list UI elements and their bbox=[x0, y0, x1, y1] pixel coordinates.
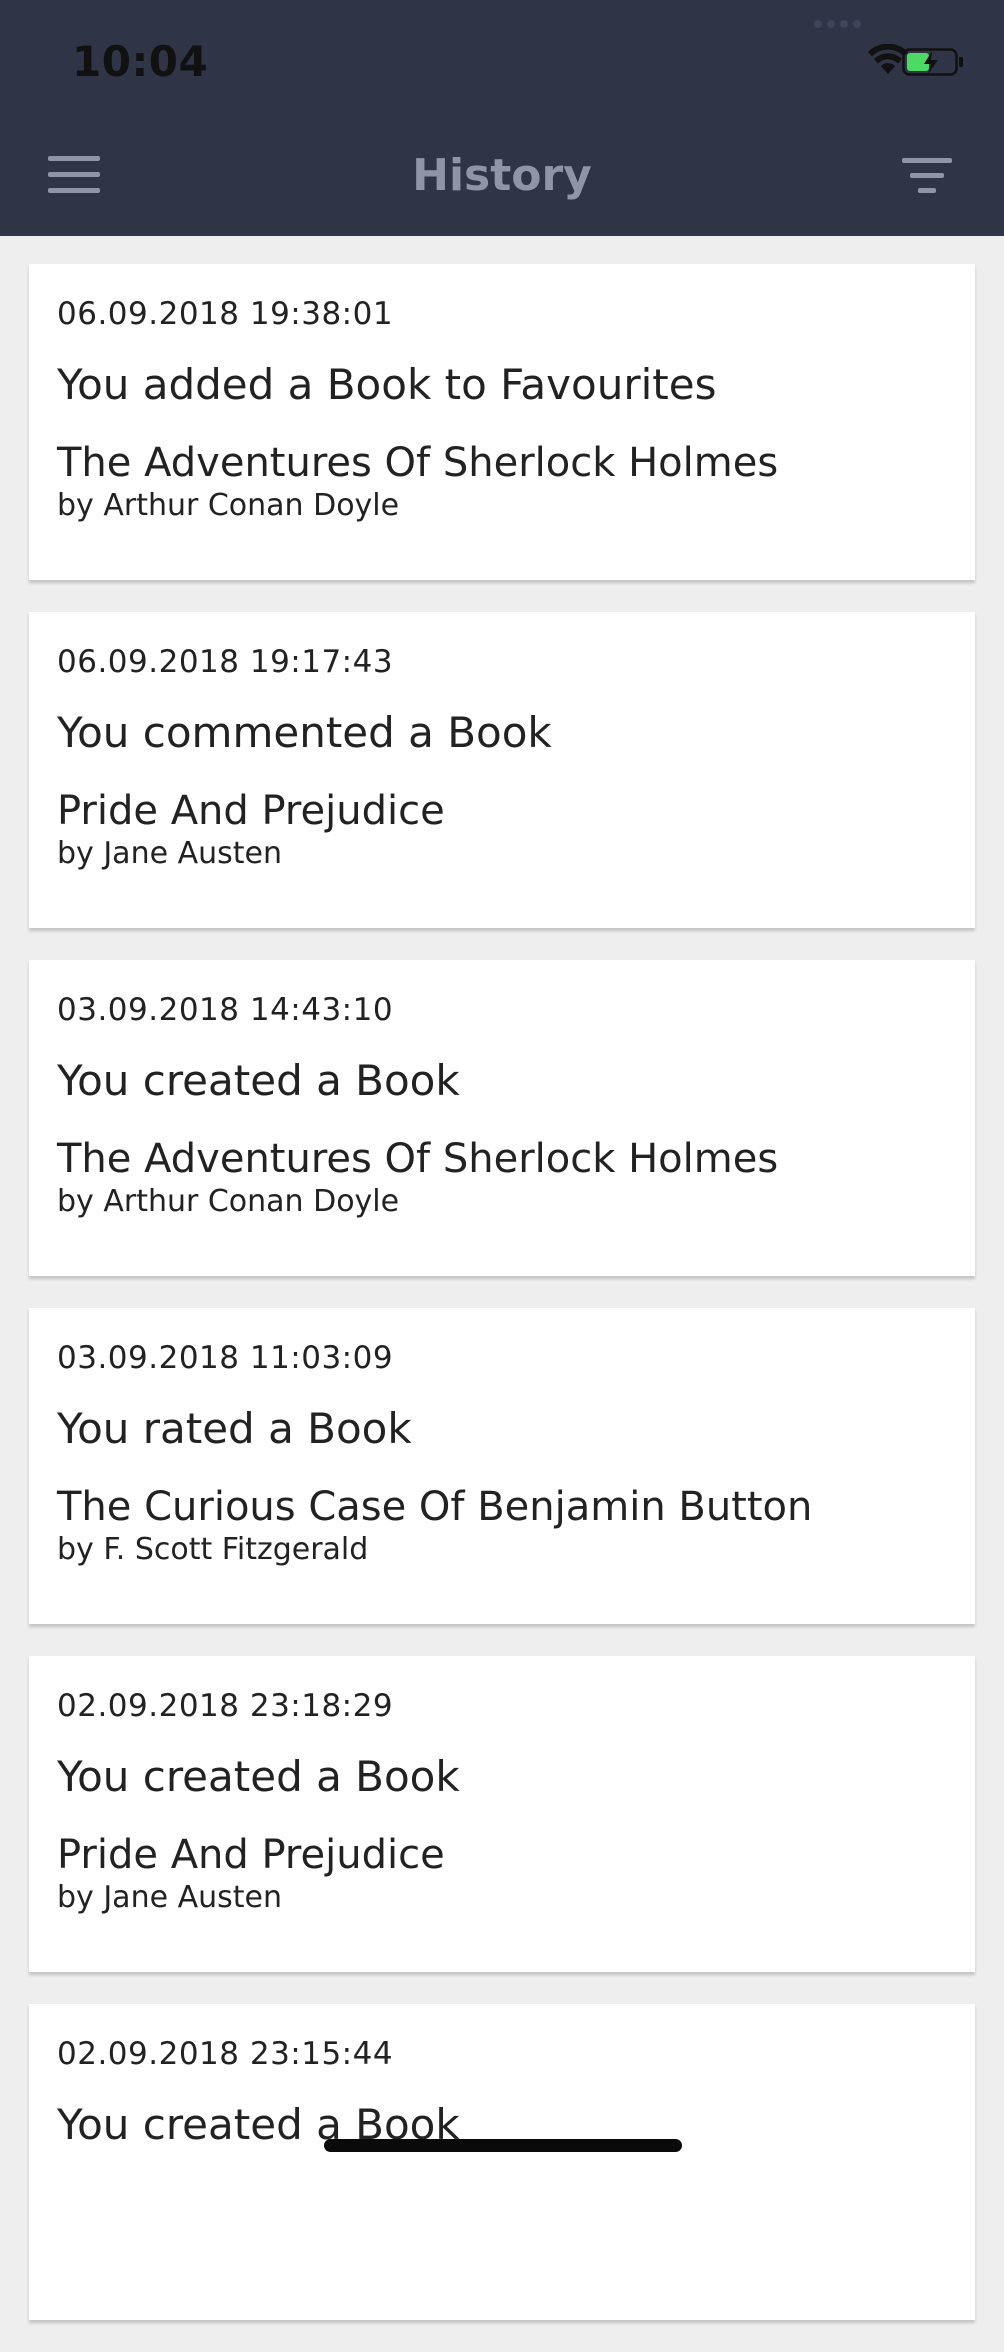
history-card[interactable]: 06.09.2018 19:17:43 You commented a Book… bbox=[29, 612, 975, 928]
history-date: 06.09.2018 19:17:43 bbox=[57, 644, 394, 680]
battery-charging-icon bbox=[902, 48, 963, 76]
history-action: You rated a Book bbox=[57, 1404, 412, 1453]
history-date: 02.09.2018 23:15:44 bbox=[57, 2036, 394, 2072]
history-date: 06.09.2018 19:38:01 bbox=[57, 296, 394, 332]
history-list: 06.09.2018 19:38:01 You added a Book to … bbox=[29, 264, 975, 2352]
book-title: Pride And Prejudice bbox=[57, 788, 445, 834]
app-header: 10:04 History bbox=[0, 0, 1004, 236]
history-card[interactable]: 06.09.2018 19:38:01 You added a Book to … bbox=[29, 264, 975, 580]
page-title: History bbox=[412, 150, 592, 201]
book-author: by Arthur Conan Doyle bbox=[57, 1184, 400, 1219]
home-indicator bbox=[324, 2139, 682, 2152]
history-action: You created a Book bbox=[57, 1056, 460, 1105]
book-title: The Adventures Of Sherlock Holmes bbox=[57, 1136, 779, 1182]
history-card[interactable]: 02.09.2018 23:15:44 You created a Book bbox=[29, 2004, 975, 2320]
history-action: You added a Book to Favourites bbox=[57, 360, 717, 409]
book-title: The Curious Case Of Benjamin Button bbox=[57, 1484, 813, 1530]
history-card[interactable]: 03.09.2018 14:43:10 You created a Book T… bbox=[29, 960, 975, 1276]
history-date: 03.09.2018 11:03:09 bbox=[57, 1340, 394, 1376]
book-title: The Adventures Of Sherlock Holmes bbox=[57, 440, 779, 486]
history-action: You created a Book bbox=[57, 1752, 460, 1801]
status-time: 10:04 bbox=[72, 37, 209, 86]
history-action: You commented a Book bbox=[57, 708, 552, 757]
book-author: by F. Scott Fitzgerald bbox=[57, 1532, 369, 1567]
book-author: by Jane Austen bbox=[57, 836, 282, 871]
history-date: 03.09.2018 14:43:10 bbox=[57, 992, 394, 1028]
history-card[interactable]: 02.09.2018 23:18:29 You created a Book P… bbox=[29, 1656, 975, 1972]
history-date: 02.09.2018 23:18:29 bbox=[57, 1688, 394, 1724]
history-card[interactable]: 03.09.2018 11:03:09 You rated a Book The… bbox=[29, 1308, 975, 1624]
cellular-signal-icon bbox=[814, 20, 864, 30]
filter-button[interactable] bbox=[902, 156, 954, 198]
book-author: by Arthur Conan Doyle bbox=[57, 488, 400, 523]
book-author: by Jane Austen bbox=[57, 1880, 282, 1915]
book-title: Pride And Prejudice bbox=[57, 1832, 445, 1878]
